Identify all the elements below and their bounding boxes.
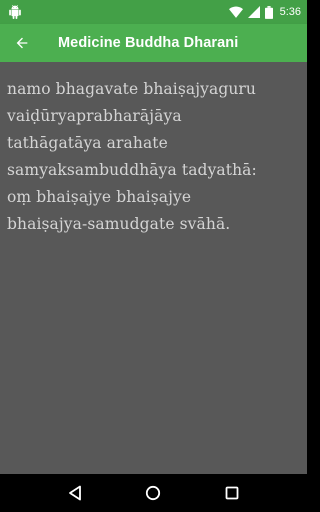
dharani-line: samyaksambuddhāya tadyathā: bbox=[7, 161, 257, 179]
dharani-line: oṃ bhaiṣajye bhaiṣajye bbox=[7, 188, 192, 206]
recents-square-icon bbox=[225, 486, 239, 500]
app-title: Medicine Buddha Dharani bbox=[58, 35, 239, 51]
dharani-content: namo bhagavate bhaiṣajyaguru vaiḍūryapra… bbox=[0, 62, 307, 474]
nav-home-button[interactable] bbox=[133, 474, 173, 512]
wifi-icon bbox=[228, 6, 243, 18]
status-time: 5:36 bbox=[279, 6, 301, 18]
nav-back-button[interactable] bbox=[55, 474, 95, 512]
app-bar: Medicine Buddha Dharani bbox=[0, 24, 307, 62]
home-circle-icon bbox=[146, 485, 161, 501]
android-icon bbox=[8, 5, 22, 19]
battery-icon bbox=[264, 5, 273, 19]
dharani-line: vaiḍūryaprabharājāya bbox=[7, 107, 182, 125]
signal-icon bbox=[247, 6, 260, 18]
back-triangle-icon bbox=[69, 485, 82, 501]
dharani-text: namo bhagavate bhaiṣajyaguru vaiḍūryapra… bbox=[7, 76, 299, 238]
status-left bbox=[8, 5, 22, 19]
dharani-line: tathāgatāya arahate bbox=[7, 134, 168, 152]
dharani-line: namo bhagavate bhaiṣajyaguru bbox=[7, 80, 257, 98]
dharani-line: bhaiṣajya-samudgate svāhā. bbox=[7, 215, 231, 233]
nav-recents-button[interactable] bbox=[212, 474, 252, 512]
status-right: 5:36 bbox=[228, 5, 301, 19]
navigation-bar bbox=[0, 474, 307, 512]
status-bar: 5:36 bbox=[0, 0, 307, 24]
app-screen: 5:36 Medicine Buddha Dharani namo bhagav… bbox=[0, 0, 307, 512]
arrow-back-icon bbox=[16, 37, 28, 49]
back-button[interactable] bbox=[0, 24, 44, 62]
